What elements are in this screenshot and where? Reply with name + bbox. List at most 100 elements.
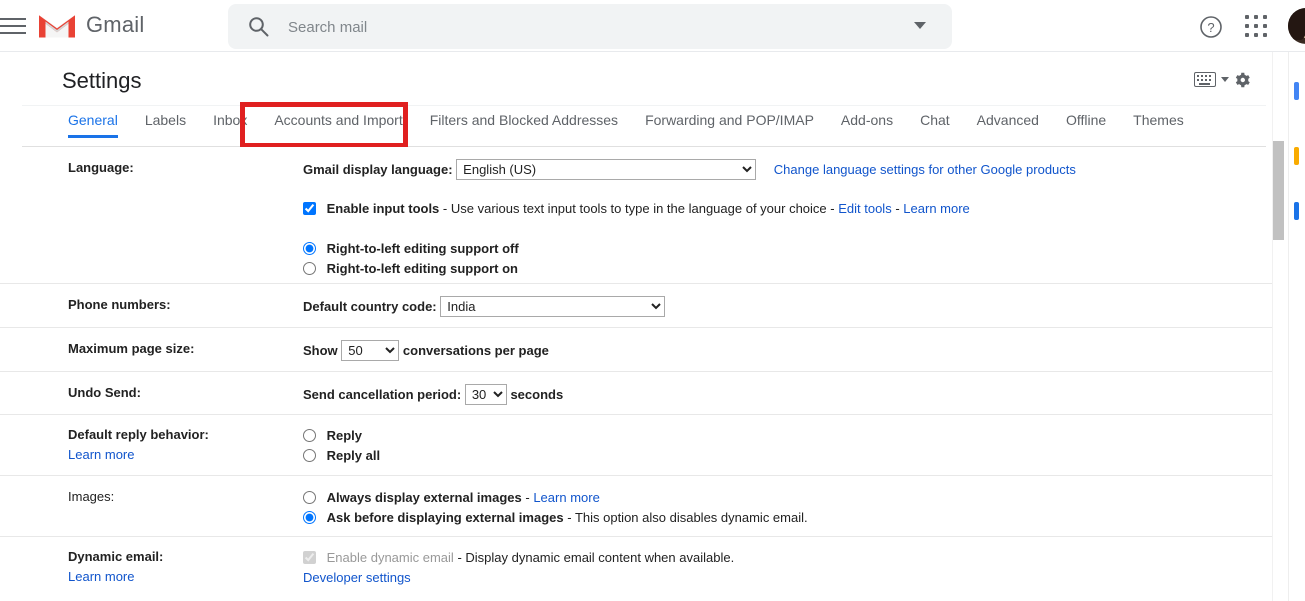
display-language-row: Gmail display language: English (US) Cha… xyxy=(303,159,1076,180)
reply-all-row: Reply all xyxy=(303,446,380,466)
reply-all-radio[interactable] xyxy=(303,449,316,462)
search-icon xyxy=(248,16,269,37)
tab-accounts-and-import[interactable]: Accounts and Import xyxy=(274,112,402,138)
section-language: Language: Gmail display language: Englis… xyxy=(0,147,1272,284)
rtl-off-row: Right-to-left editing support off xyxy=(303,239,519,259)
tab-themes[interactable]: Themes xyxy=(1133,112,1184,138)
page-title: Settings xyxy=(62,68,142,93)
default-country-code-row: Default country code: India xyxy=(303,296,666,317)
developer-settings-row: Developer settings xyxy=(303,568,411,588)
vertical-scrollbar-thumb[interactable] xyxy=(1273,141,1284,240)
images-learn-more-link[interactable]: Learn more xyxy=(533,490,599,505)
help-icon[interactable]: ? xyxy=(1198,14,1224,40)
section-phone-numbers: Phone numbers: Default country code: Ind… xyxy=(0,284,1272,328)
section-dynamic-email: Dynamic email: Learn more Enable dynamic… xyxy=(0,537,1272,599)
developer-settings-link[interactable]: Developer settings xyxy=(303,570,411,585)
always-display-images-label: Always display external images xyxy=(326,490,522,505)
rtl-off-label: Right-to-left editing support off xyxy=(326,241,519,256)
search-options-chevron-down-icon[interactable] xyxy=(914,22,926,29)
tab-forwarding-and-pop-imap[interactable]: Forwarding and POP/IMAP xyxy=(645,112,814,138)
images-label: Images: xyxy=(68,489,115,504)
tab-general[interactable]: General xyxy=(68,112,118,138)
send-cancellation-row: Send cancellation period: 30 seconds xyxy=(303,384,563,405)
enable-dynamic-email-label: Enable dynamic email xyxy=(326,550,454,565)
tab-inbox[interactable]: Inbox xyxy=(213,112,247,138)
ask-before-display-images-label: Ask before displaying external images xyxy=(326,510,564,525)
undo-send-label: Undo Send: xyxy=(68,385,141,400)
keyboard-chevron-down-icon[interactable] xyxy=(1221,77,1229,82)
user-avatar[interactable] xyxy=(1288,8,1305,44)
tab-advanced[interactable]: Advanced xyxy=(977,112,1039,138)
right-panel-mark-1[interactable] xyxy=(1294,82,1299,100)
apps-grid-icon[interactable] xyxy=(1245,15,1269,39)
show-label: Show xyxy=(303,343,338,358)
input-tools-learn-more-link[interactable]: Learn more xyxy=(903,201,969,216)
section-default-reply-behavior: Default reply behavior: Learn more Reply… xyxy=(0,415,1272,476)
keyboard-icon[interactable] xyxy=(1194,72,1216,87)
ask-before-display-images-description: - This option also disables dynamic emai… xyxy=(567,510,808,525)
reply-label: Reply xyxy=(326,428,363,443)
ask-before-display-images-row: Ask before displaying external images - … xyxy=(303,508,808,528)
page-size-row: Show 50 conversations per page xyxy=(303,340,549,361)
display-language-label: Gmail display language: xyxy=(303,162,453,177)
search-input[interactable] xyxy=(286,4,890,51)
tab-offline[interactable]: Offline xyxy=(1066,112,1106,138)
language-label: Language: xyxy=(68,160,134,175)
change-language-settings-link[interactable]: Change language settings for other Googl… xyxy=(774,162,1076,177)
edit-tools-link[interactable]: Edit tools xyxy=(838,201,891,216)
enable-dynamic-email-row: Enable dynamic email - Display dynamic e… xyxy=(303,548,734,568)
section-maximum-page-size: Maximum page size: Show 50 conversations… xyxy=(0,328,1272,372)
settings-content: Language: Gmail display language: Englis… xyxy=(0,147,1272,601)
send-cancellation-period-select[interactable]: 30 xyxy=(464,384,507,405)
tab-add-ons[interactable]: Add-ons xyxy=(841,112,893,138)
svg-text:?: ? xyxy=(1207,20,1214,35)
enable-input-tools-label: Enable input tools xyxy=(326,201,440,216)
reply-radio[interactable] xyxy=(303,429,316,442)
right-side-panel xyxy=(1288,52,1305,601)
gmail-logo-icon xyxy=(38,10,76,40)
rtl-on-label: Right-to-left editing support on xyxy=(326,261,518,276)
reply-row: Reply xyxy=(303,426,362,446)
header-divider xyxy=(22,105,1266,106)
maximum-page-size-label: Maximum page size: xyxy=(68,341,195,356)
tab-chat[interactable]: Chat xyxy=(920,112,950,138)
vertical-scrollbar-track[interactable] xyxy=(1272,52,1287,601)
enable-dynamic-email-checkbox[interactable] xyxy=(303,551,316,564)
right-panel-mark-3[interactable] xyxy=(1294,202,1299,220)
rtl-on-row: Right-to-left editing support on xyxy=(303,259,518,279)
always-display-images-dash: - xyxy=(525,490,530,505)
display-language-select[interactable]: English (US) xyxy=(456,159,757,180)
page-size-select[interactable]: 50 xyxy=(341,340,400,361)
default-reply-learn-more-link[interactable]: Learn more xyxy=(68,447,134,462)
dynamic-email-label: Dynamic email: xyxy=(68,549,164,564)
reply-all-label: Reply all xyxy=(326,448,381,463)
right-panel-mark-2[interactable] xyxy=(1294,147,1299,165)
always-display-images-radio[interactable] xyxy=(303,491,316,504)
conversations-per-page-label: conversations per page xyxy=(402,343,549,358)
rtl-off-radio[interactable] xyxy=(303,242,316,255)
gmail-brand-text: Gmail xyxy=(86,12,145,37)
search-bar[interactable] xyxy=(228,4,952,51)
section-images: Images: Always display external images -… xyxy=(0,476,1272,537)
ask-before-display-images-radio[interactable] xyxy=(303,511,316,524)
hamburger-menu-icon[interactable] xyxy=(0,14,30,38)
default-reply-behavior-label: Default reply behavior: xyxy=(68,427,209,442)
default-country-code-select[interactable]: India xyxy=(440,296,666,317)
seconds-label: seconds xyxy=(510,387,564,402)
enable-input-tools-row: Enable input tools - Use various text in… xyxy=(303,199,970,219)
send-cancellation-period-label: Send cancellation period: xyxy=(303,387,462,402)
separator-dash: - xyxy=(895,201,900,216)
dynamic-email-learn-more-wrap: Learn more xyxy=(68,569,134,584)
phone-numbers-label: Phone numbers: xyxy=(68,297,171,312)
section-undo-send: Undo Send: Send cancellation period: 30 … xyxy=(0,372,1272,415)
dynamic-email-learn-more-link[interactable]: Learn more xyxy=(68,569,134,584)
enable-input-tools-checkbox[interactable] xyxy=(303,202,316,215)
rtl-on-radio[interactable] xyxy=(303,262,316,275)
gear-icon[interactable] xyxy=(1232,70,1252,90)
tab-labels[interactable]: Labels xyxy=(145,112,186,138)
tab-filters-and-blocked-addresses[interactable]: Filters and Blocked Addresses xyxy=(430,112,618,138)
always-display-images-row: Always display external images - Learn m… xyxy=(303,488,600,508)
enable-dynamic-email-description: - Display dynamic email content when ava… xyxy=(457,550,735,565)
default-reply-learn-more-wrap: Learn more xyxy=(68,447,134,462)
settings-tabs: General Labels Inbox Accounts and Import Fil… xyxy=(68,112,1211,146)
